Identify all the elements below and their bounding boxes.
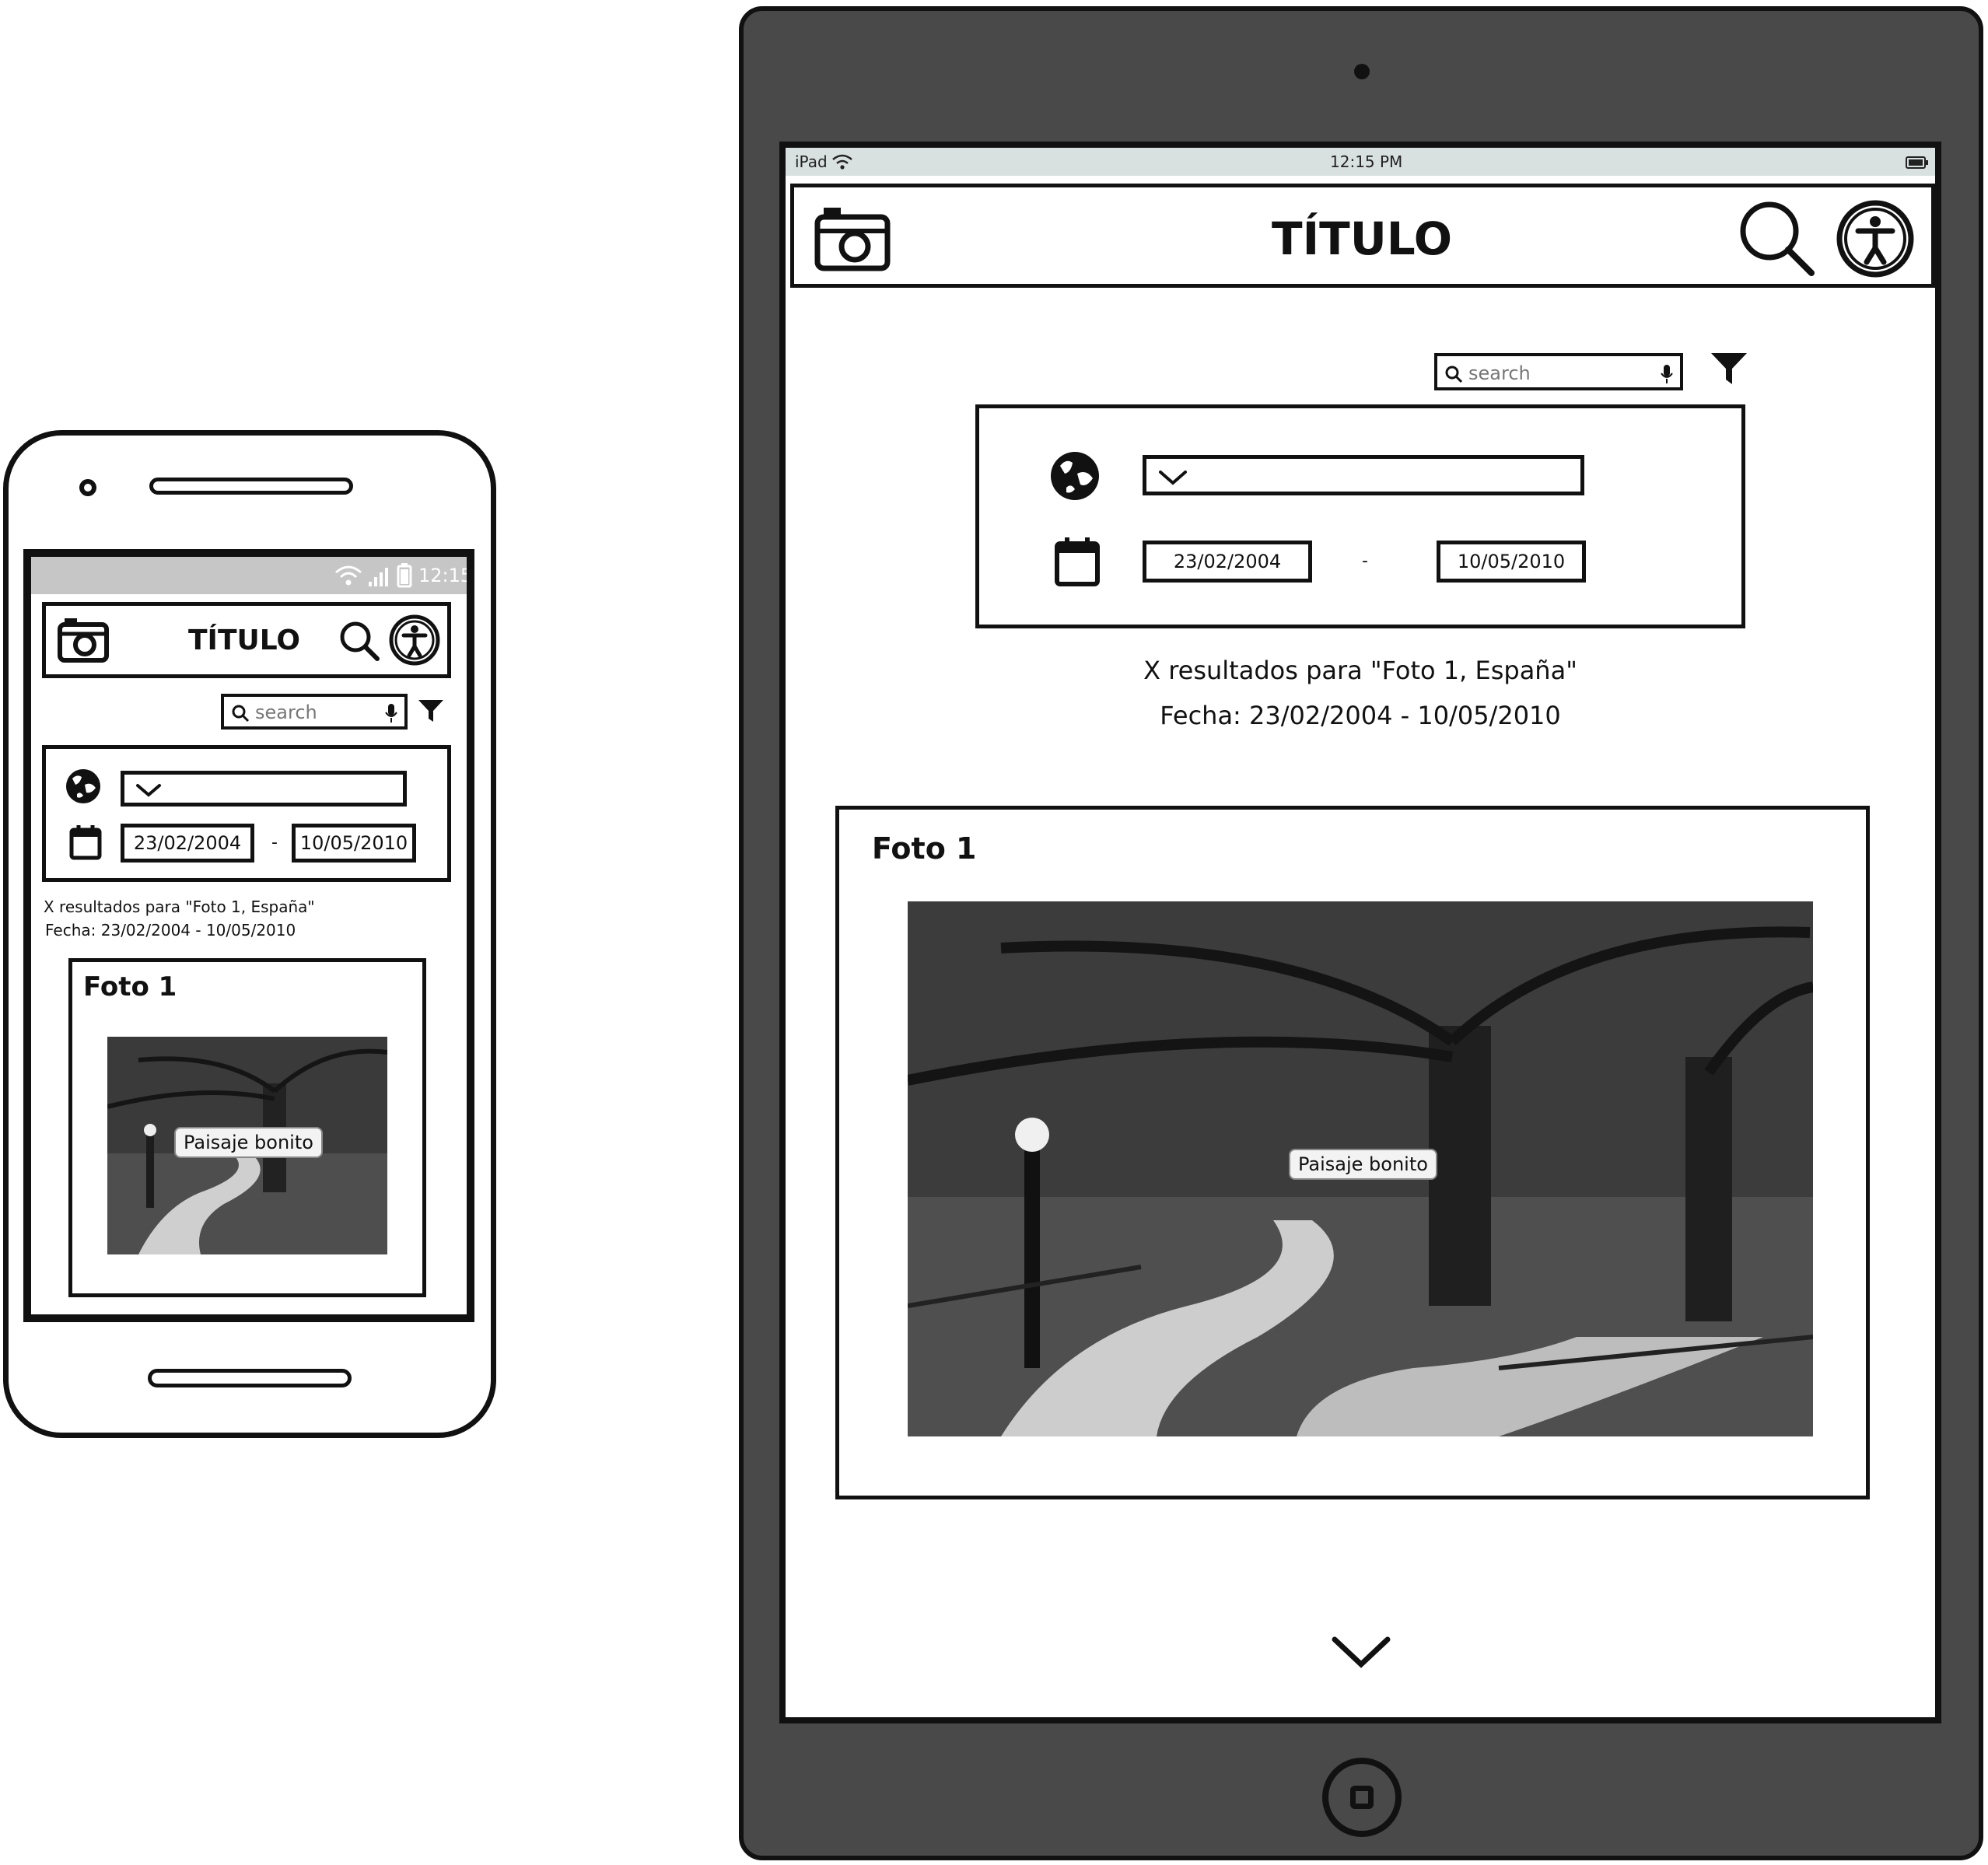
calendar-icon: [1055, 537, 1100, 586]
accessibility-icon[interactable]: [1835, 198, 1916, 279]
battery-icon: [397, 563, 412, 588]
app-header: TÍTULO: [790, 184, 1935, 288]
globe-icon: [66, 769, 100, 803]
results-summary: X resultados para "Foto 1, España": [1143, 656, 1577, 685]
search-placeholder: search: [1468, 362, 1531, 384]
microphone-icon[interactable]: [1660, 364, 1674, 384]
chevron-down-icon: [136, 784, 161, 797]
app-header: TÍTULO: [42, 602, 451, 678]
date-to-input[interactable]: 10/05/2010: [1437, 541, 1586, 583]
date-to-input[interactable]: 10/05/2010: [292, 824, 416, 863]
filter-panel: 23/02/2004 - 10/05/2010: [975, 404, 1745, 628]
phone-speaker: [149, 478, 353, 495]
date-separator: -: [271, 832, 278, 852]
filter-icon[interactable]: [417, 697, 445, 725]
results-date-range: Fecha: 23/02/2004 - 10/05/2010: [45, 921, 296, 939]
photo-image: Paisaje bonito: [107, 1037, 387, 1254]
photo-card[interactable]: Foto 1 Paisaje bonito: [835, 806, 1870, 1499]
phone-camera: [79, 479, 96, 496]
photo-caption: Paisaje bonito: [174, 1127, 323, 1158]
page-title: TÍTULO: [1272, 212, 1452, 265]
results-date-range: Fecha: 23/02/2004 - 10/05/2010: [1160, 701, 1561, 730]
card-title: Foto 1: [872, 831, 977, 866]
wifi-icon: [832, 154, 852, 170]
search-icon: [1445, 366, 1463, 383]
phone-home-bar[interactable]: [148, 1369, 352, 1387]
search-placeholder: search: [255, 702, 317, 723]
photo-caption: Paisaje bonito: [1289, 1149, 1437, 1180]
battery-icon: [1906, 156, 1928, 169]
tablet-camera: [1354, 64, 1370, 79]
status-device: iPad: [795, 152, 828, 171]
camera-icon[interactable]: [814, 205, 891, 271]
status-time: 12:15: [418, 565, 473, 586]
photo-image: Paisaje bonito: [908, 901, 1813, 1436]
signal-icon: [369, 568, 388, 586]
results-summary: X resultados para "Foto 1, España": [44, 898, 315, 916]
date-from-input[interactable]: 23/02/2004: [1143, 541, 1312, 583]
search-icon[interactable]: [338, 620, 380, 662]
date-from-input[interactable]: 23/02/2004: [121, 824, 254, 863]
country-dropdown[interactable]: [121, 771, 407, 807]
home-button-icon[interactable]: [1322, 1758, 1402, 1837]
search-input[interactable]: search: [1434, 353, 1683, 390]
page-title: TÍTULO: [188, 624, 300, 656]
country-dropdown[interactable]: [1143, 455, 1584, 495]
search-icon[interactable]: [1737, 198, 1818, 279]
phone-screen: 12:15 TÍTULO search 23/02/2004 - 10/05/2…: [23, 549, 474, 1322]
tablet-screen: iPad 12:15 PM TÍTULO search 23/02/2004 -…: [779, 142, 1941, 1723]
accessibility-icon[interactable]: [388, 614, 441, 667]
search-icon: [232, 705, 250, 723]
search-input[interactable]: search: [221, 694, 408, 730]
globe-icon: [1051, 452, 1099, 500]
camera-icon[interactable]: [57, 615, 110, 663]
wifi-icon: [335, 565, 362, 586]
filter-icon[interactable]: [1710, 350, 1748, 387]
status-bar: iPad 12:15 PM: [786, 148, 1935, 176]
status-bar: 12:15: [31, 557, 467, 594]
status-time: 12:15 PM: [1330, 152, 1403, 171]
chevron-down-icon: [1159, 471, 1187, 485]
calendar-icon: [69, 825, 102, 860]
date-separator: -: [1362, 551, 1368, 571]
photo-card[interactable]: Foto 1 Paisaje bonito: [68, 958, 426, 1297]
filter-panel: 23/02/2004 - 10/05/2010: [42, 745, 451, 882]
microphone-icon[interactable]: [384, 703, 398, 723]
card-title: Foto 1: [83, 971, 177, 1002]
chevron-down-icon[interactable]: [1330, 1633, 1392, 1672]
